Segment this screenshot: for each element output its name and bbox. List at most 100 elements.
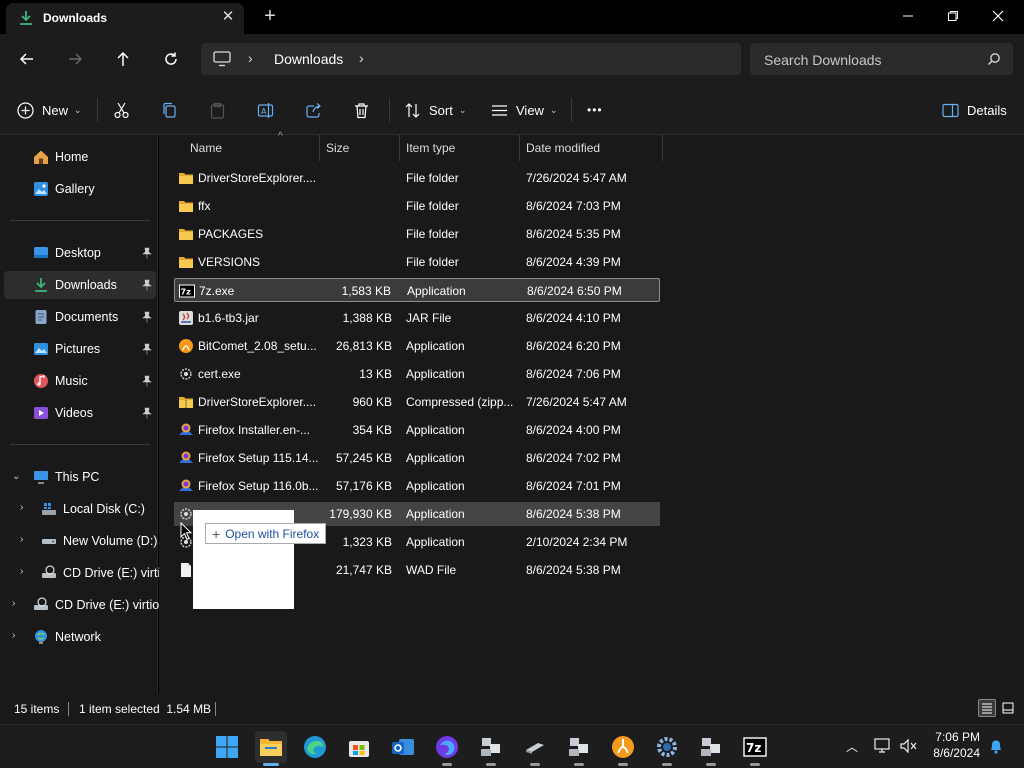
taskbar-7zip[interactable]: 7z [739, 731, 771, 766]
new-button[interactable]: New ⌄ [17, 99, 82, 121]
file-row[interactable]: DriverStoreExplorer.... 960 KB Compressed … [174, 390, 660, 414]
volume-button[interactable] [899, 737, 917, 755]
system-clock[interactable]: 7:06 PM 8/6/2024 [924, 729, 980, 761]
file-date: 8/6/2024 7:06 PM [526, 367, 621, 381]
chevron-right-icon[interactable]: › [12, 630, 15, 641]
file-row[interactable]: Firefox Setup 115.14... 57,245 KB Applicat… [174, 446, 660, 470]
sidebar-item-documents[interactable]: Documents [4, 303, 156, 331]
file-row[interactable]: b1.6-tb3.jar 1,388 KB JAR File 8/6/2024 4:1… [174, 306, 660, 330]
chevron-right-icon[interactable]: › [20, 566, 23, 577]
sidebar-item-label: CD Drive (E:) virtio [63, 566, 168, 580]
paste-button[interactable] [209, 99, 226, 121]
notifications-button[interactable] [987, 737, 1005, 755]
sidebar-item-downloads[interactable]: Downloads [4, 271, 156, 299]
pin-icon [142, 279, 152, 291]
restore-button[interactable] [933, 4, 973, 28]
taskbar-settings[interactable] [651, 731, 683, 766]
close-window-button[interactable] [978, 4, 1018, 28]
chevron-right-icon[interactable]: › [359, 50, 364, 66]
network-status-button[interactable] [874, 737, 892, 755]
file-name: Firefox Installer.en-... [198, 423, 311, 437]
pin-icon [142, 375, 152, 387]
file-row[interactable]: DriverStoreExplorer.... File folder 7/26/2… [174, 166, 660, 190]
up-button[interactable] [110, 46, 136, 72]
delete-button[interactable] [353, 99, 370, 121]
file-row[interactable]: ffx File folder 8/6/2024 7:03 PM [174, 194, 660, 218]
sidebar-item-this-pc[interactable]: ⌄ This PC [4, 463, 156, 491]
sidebar-item-drive-d[interactable]: › New Volume (D:) [4, 527, 157, 555]
sidebar-item-desktop[interactable]: Desktop [4, 239, 156, 267]
address-bar[interactable]: › Downloads › [201, 43, 741, 75]
chevron-right-icon[interactable]: › [12, 598, 15, 609]
file-row[interactable]: cert.exe 13 KB Application 8/6/2024 7:06 PM [174, 362, 660, 386]
search-input[interactable]: Search Downloads [750, 43, 1013, 75]
view-button[interactable]: View ⌄ [491, 99, 558, 121]
file-row[interactable]: Firefox Setup 116.0b... 57,176 KB Applicat… [174, 474, 660, 498]
sidebar-item-drive-c[interactable]: › Local Disk (C:) [4, 495, 156, 523]
column-divider[interactable] [399, 135, 400, 161]
minimize-button[interactable] [888, 4, 928, 28]
column-header-size[interactable]: Size [326, 135, 396, 161]
column-header-name[interactable]: ^ Name [190, 131, 318, 161]
column-divider[interactable] [519, 135, 520, 161]
taskbar-edge[interactable] [299, 731, 331, 763]
file-name: VERSIONS [198, 255, 261, 269]
start-button[interactable] [211, 731, 243, 763]
chevron-right-icon[interactable]: › [20, 502, 23, 513]
forward-button[interactable] [62, 46, 88, 72]
more-options-button[interactable]: ••• [587, 99, 603, 121]
taskbar-network-app[interactable] [475, 731, 507, 766]
close-tab-icon[interactable]: ✕ [220, 9, 236, 25]
details-view-button[interactable] [978, 699, 996, 717]
taskbar-file-explorer[interactable] [255, 731, 287, 766]
tiles-view-button[interactable] [999, 699, 1017, 717]
taskbar-computers-app[interactable] [563, 731, 595, 766]
details-pane-button[interactable]: Details [942, 99, 1007, 121]
taskbar-outlook[interactable] [387, 731, 419, 763]
chevron-right-icon[interactable]: › [20, 534, 23, 545]
cut-button[interactable] [113, 99, 130, 121]
taskbar-firefox[interactable] [431, 731, 463, 766]
sidebar-item-music[interactable]: Music [4, 367, 156, 395]
file-type: WAD File [406, 563, 457, 577]
back-button[interactable] [14, 46, 40, 72]
file-row[interactable]: 7z 7z.exe 1,583 KB Application 8/6/2024 6:50… [174, 278, 660, 302]
mouse-cursor-icon [180, 522, 192, 541]
column-divider[interactable] [662, 135, 663, 161]
rename-button[interactable]: A [257, 99, 274, 121]
show-hidden-icons-button[interactable]: ︿ [843, 737, 861, 755]
sort-button[interactable]: Sort ⌄ [404, 99, 466, 121]
sidebar-item-drive-e[interactable]: › CD Drive (E:) virtio [4, 559, 167, 587]
taskbar-drive-app[interactable] [519, 731, 551, 766]
plus-circle-icon [17, 101, 34, 119]
sidebar-item-pictures[interactable]: Pictures [4, 335, 156, 363]
column-divider[interactable] [319, 135, 320, 161]
taskbar-computers-app-2[interactable] [695, 731, 727, 766]
running-indicator [618, 763, 628, 766]
sidebar-item-home[interactable]: Home [4, 143, 156, 171]
sidebar-item-videos[interactable]: Videos [4, 399, 156, 427]
file-size: 13 KB [359, 367, 392, 381]
column-header-date[interactable]: Date modified [526, 135, 656, 161]
new-tab-button[interactable]: + [259, 6, 281, 28]
chevron-down-icon[interactable]: ⌄ [12, 471, 20, 482]
file-row[interactable]: Firefox Installer.en-... 354 KB Applicatio… [174, 418, 660, 442]
sidebar-item-network[interactable]: › Network [4, 623, 156, 651]
file-row[interactable]: PACKAGES File folder 8/6/2024 5:35 PM [174, 222, 660, 246]
share-button[interactable] [305, 99, 322, 121]
sidebar-item-cd-drive[interactable]: › CD Drive (E:) virtio- [4, 591, 163, 619]
taskbar-store[interactable] [343, 731, 375, 763]
sidebar-item-gallery[interactable]: Gallery [4, 175, 156, 203]
tab-downloads[interactable]: Downloads ✕ [6, 3, 244, 34]
refresh-button[interactable] [158, 46, 184, 72]
breadcrumb-downloads[interactable]: Downloads [274, 51, 343, 67]
file-row[interactable]: BitComet_2.08_setu... 26,813 KB Applicatio… [174, 334, 660, 358]
copy-button[interactable] [161, 99, 178, 121]
search-icon [988, 53, 1000, 65]
column-header-type[interactable]: Item type [406, 135, 516, 161]
file-row[interactable]: VERSIONS File folder 8/6/2024 4:39 PM [174, 250, 660, 274]
column-label: Name [190, 141, 223, 155]
sidebar-item-label: Videos [55, 406, 93, 420]
taskbar-bitcomet[interactable] [607, 731, 639, 766]
tab-title: Downloads [43, 11, 108, 25]
